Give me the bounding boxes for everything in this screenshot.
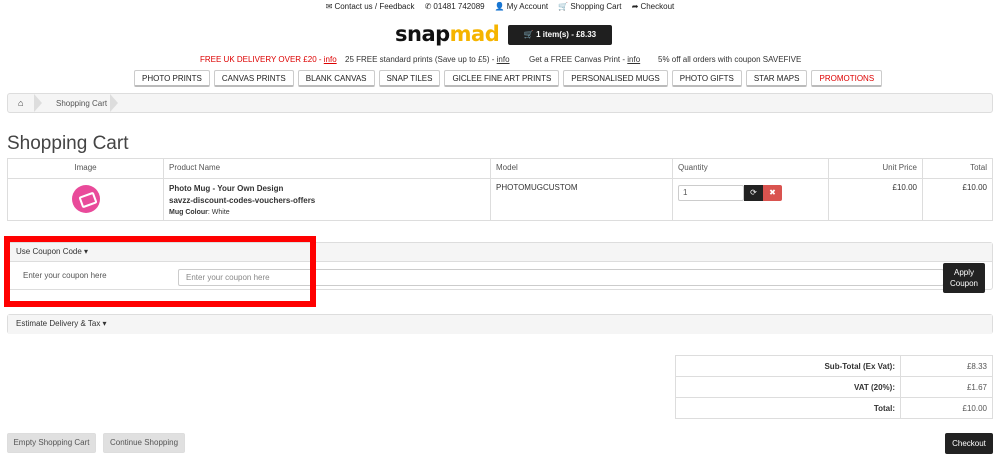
model-cell: PHOTOMUGCUSTOM (490, 178, 673, 221)
promo-savefive: 5% off all orders with coupon SAVEFIVE (658, 55, 802, 64)
checkout-button[interactable]: Checkout (945, 433, 993, 454)
product-option: Mug Colour: White (169, 209, 230, 216)
promo-info-link[interactable]: info (627, 55, 640, 64)
main-nav: PHOTO PRINTS CANVAS PRINTS BLANK CANVAS … (134, 70, 883, 87)
top-links: ✉ Contact us / Feedback ✆ 01481 742089 👤 My… (0, 2, 1000, 11)
delivery-panel: Estimate Delivery & Tax ▾ (7, 314, 993, 334)
remove-icon[interactable]: ✖ (763, 185, 782, 201)
nav-giclee[interactable]: GICLEE FINE ART PRINTS (444, 70, 560, 87)
table-row: Photo Mug - Your Own Design savzz-discou… (7, 178, 993, 221)
col-model: Model (490, 158, 673, 179)
share-icon: ➦ (631, 2, 639, 11)
envelope-icon: ✉ (325, 2, 333, 11)
total-cell: £10.00 (922, 178, 993, 221)
promo-prints: 25 FREE standard prints (Save up to £5) … (345, 55, 510, 64)
nav-photo-prints[interactable]: PHOTO PRINTS (134, 70, 210, 87)
product-name[interactable]: Photo Mug - Your Own Design (169, 183, 485, 195)
nav-blank-canvas[interactable]: BLANK CANVAS (297, 70, 375, 87)
quantity-input[interactable]: 1 (678, 185, 744, 201)
col-total: Total (922, 158, 993, 179)
col-image: Image (7, 158, 164, 179)
home-icon[interactable]: ⌂ (18, 98, 23, 108)
quantity-cell: 1 ⟳ ✖ (672, 178, 829, 221)
unit-price-cell: £10.00 (828, 178, 923, 221)
cart-icon: 🛒 (558, 2, 569, 11)
delivery-panel-heading[interactable]: Estimate Delivery & Tax ▾ (8, 315, 992, 334)
product-name-line2[interactable]: savzz-discount-codes-vouchers-offers (169, 195, 485, 207)
product-image-cell (7, 178, 164, 221)
page-title: Shopping Cart (7, 133, 129, 154)
breadcrumb-separator (34, 94, 42, 112)
totals-row: VAT (20%): £1.67 (675, 376, 993, 398)
shopping-cart-link[interactable]: 🛒 Shopping Cart (558, 2, 621, 11)
breadcrumb-current[interactable]: Shopping Cart (56, 99, 107, 108)
table-header-row: Image Product Name Model Quantity Unit P… (7, 158, 993, 179)
cart-table: Image Product Name Model Quantity Unit P… (7, 158, 993, 221)
product-thumbnail[interactable] (71, 185, 100, 213)
empty-cart-button[interactable]: Empty Shopping Cart (7, 433, 96, 453)
totals-row: Total: £10.00 (675, 397, 993, 419)
breadcrumb-separator (110, 94, 118, 112)
site-logo[interactable]: snapmad (395, 22, 500, 46)
product-name-cell: Photo Mug - Your Own Design savzz-discou… (163, 178, 491, 221)
col-product-name: Product Name (163, 158, 491, 179)
my-account-link[interactable]: 👤 My Account (495, 2, 548, 11)
breadcrumb: ⌂ Shopping Cart (7, 93, 993, 113)
promo-canvas: Get a FREE Canvas Print - info (529, 55, 641, 64)
cart-summary-button[interactable]: 🛒 1 item(s) - £8.33 (508, 25, 612, 45)
highlight-box (4, 236, 316, 307)
col-unit-price: Unit Price (828, 158, 923, 179)
phone-icon: ✆ (424, 2, 432, 11)
apply-coupon-button[interactable]: Apply Coupon (943, 263, 985, 293)
promo-info-link[interactable]: info (324, 55, 337, 64)
continue-shopping-button[interactable]: Continue Shopping (103, 433, 185, 453)
nav-snap-tiles[interactable]: SNAP TILES (378, 70, 441, 87)
nav-star-maps[interactable]: STAR MAPS (745, 70, 808, 87)
totals-table: Sub-Total (Ex Vat): £8.33 VAT (20%): £1.67… (675, 355, 993, 419)
col-quantity: Quantity (672, 158, 829, 179)
checkout-link[interactable]: ➦ Checkout (632, 2, 675, 11)
nav-photo-gifts[interactable]: PHOTO GIFTS (671, 70, 742, 87)
phone-link[interactable]: ✆ 01481 742089 (425, 2, 485, 11)
promo-info-link[interactable]: info (497, 55, 510, 64)
totals-row: Sub-Total (Ex Vat): £8.33 (675, 355, 993, 377)
nav-canvas-prints[interactable]: CANVAS PRINTS (213, 70, 294, 87)
contact-link[interactable]: ✉ Contact us / Feedback (326, 2, 415, 11)
user-icon: 👤 (494, 2, 505, 11)
refresh-icon[interactable]: ⟳ (744, 185, 763, 201)
promo-delivery: FREE UK DELIVERY OVER £20 - info (200, 55, 337, 64)
nav-personalised-mugs[interactable]: PERSONALISED MUGS (563, 70, 668, 87)
nav-promotions[interactable]: PROMOTIONS (811, 70, 883, 87)
